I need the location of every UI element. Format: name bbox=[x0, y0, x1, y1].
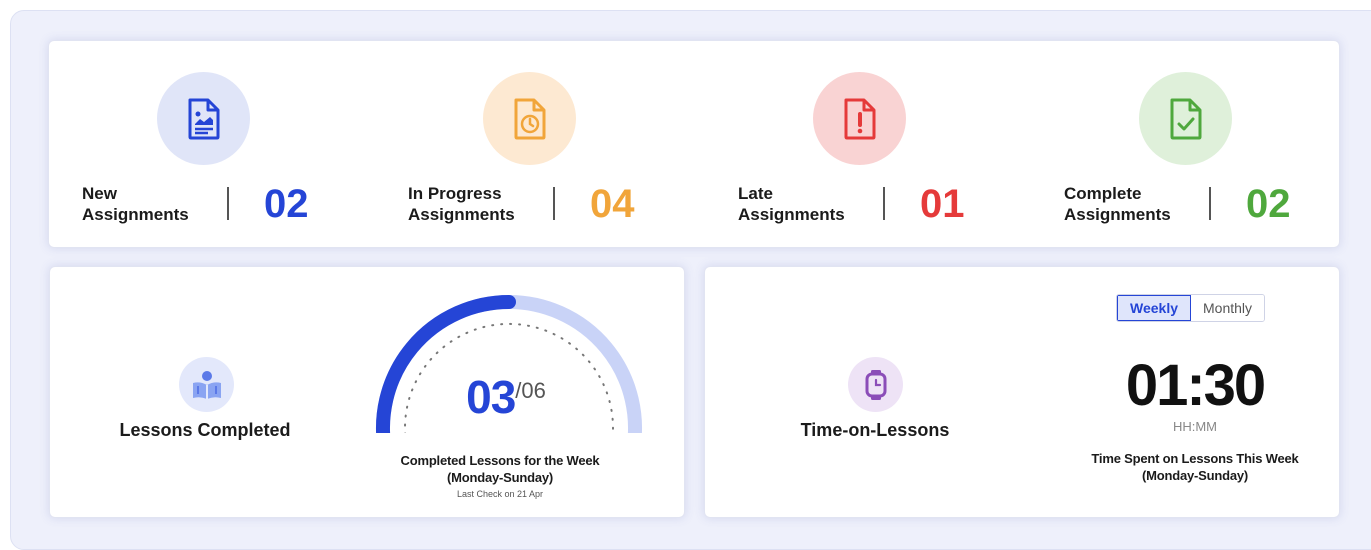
lessons-completed-count: 03 bbox=[466, 371, 516, 423]
assignments-summary-card: New Assignments 02 In Progress Assignmen… bbox=[48, 40, 1340, 248]
document-image-icon bbox=[157, 72, 250, 165]
stat-in-progress-assignments[interactable]: In Progress Assignments 04 bbox=[375, 41, 695, 249]
stat-label: Complete Assignments bbox=[1064, 183, 1171, 225]
time-caption-line1: Time Spent on Lessons This Week bbox=[1091, 451, 1299, 466]
stat-label-line2: Assignments bbox=[82, 205, 189, 224]
stat-divider bbox=[227, 187, 229, 220]
stat-new-assignments[interactable]: New Assignments 02 bbox=[49, 41, 369, 249]
document-check-icon bbox=[1139, 72, 1232, 165]
stat-label-line1: Complete bbox=[1064, 184, 1142, 203]
lessons-count: 03/06 bbox=[406, 370, 606, 424]
tab-weekly[interactable]: Weekly bbox=[1117, 295, 1191, 321]
tab-monthly[interactable]: Monthly bbox=[1191, 295, 1265, 321]
stat-label: New Assignments bbox=[82, 183, 189, 225]
stat-divider bbox=[883, 187, 885, 220]
lessons-total-count: /06 bbox=[515, 378, 546, 403]
time-caption-line2: (Monday-Sunday) bbox=[1141, 468, 1249, 483]
stat-late-assignments[interactable]: Late Assignments 01 bbox=[705, 41, 1025, 249]
time-on-lessons-label: Time-on-Lessons bbox=[800, 420, 950, 440]
stat-label-line2: Assignments bbox=[738, 205, 845, 224]
document-alert-icon bbox=[813, 72, 906, 165]
stat-count: 01 bbox=[920, 182, 965, 226]
stat-count: 04 bbox=[590, 182, 635, 226]
stat-label-line1: Late bbox=[738, 184, 773, 203]
stat-label-line2: Assignments bbox=[1064, 205, 1171, 224]
stat-complete-assignments[interactable]: Complete Assignments 02 bbox=[1031, 41, 1351, 249]
stat-label-line1: In Progress bbox=[408, 184, 502, 203]
stat-count: 02 bbox=[1246, 182, 1291, 226]
stat-label: In Progress Assignments bbox=[408, 183, 515, 225]
last-check-note: Last Check on 21 Apr bbox=[456, 489, 544, 499]
lessons-caption-line2: (Monday-Sunday) bbox=[446, 470, 554, 485]
lessons-completed-label: Lessons Completed bbox=[119, 420, 291, 440]
time-on-lessons-card: Time-on-Lessons Weekly Monthly 01:30 HH:… bbox=[704, 266, 1340, 518]
time-value: 01:30 bbox=[1125, 353, 1266, 418]
lessons-completed-card: Lessons Completed 03/06 Completed Lesson… bbox=[49, 266, 685, 518]
time-unit: HH:MM bbox=[1172, 419, 1218, 434]
stat-count: 02 bbox=[264, 182, 309, 226]
stat-divider bbox=[553, 187, 555, 220]
watch-icon bbox=[848, 357, 903, 412]
lessons-caption: Completed Lessons for the Week (Monday-S… bbox=[380, 452, 620, 486]
stat-label-line1: New bbox=[82, 184, 117, 203]
lessons-caption-line1: Completed Lessons for the Week bbox=[400, 453, 600, 468]
stat-label-line2: Assignments bbox=[408, 205, 515, 224]
period-toggle: Weekly Monthly bbox=[1116, 294, 1266, 322]
document-clock-icon bbox=[483, 72, 576, 165]
stat-label: Late Assignments bbox=[738, 183, 845, 225]
reading-person-icon bbox=[179, 357, 234, 412]
time-caption: Time Spent on Lessons This Week (Monday-… bbox=[1075, 450, 1315, 484]
stat-divider bbox=[1209, 187, 1211, 220]
